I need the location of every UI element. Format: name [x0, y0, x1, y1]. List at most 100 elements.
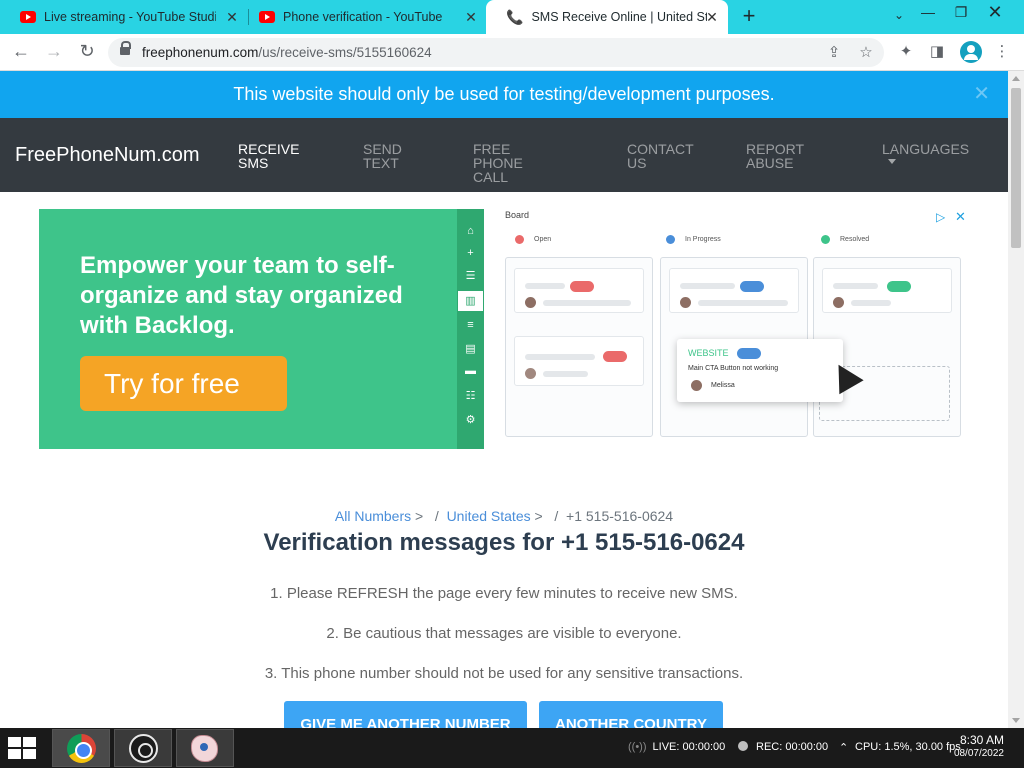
tray-chevron-icon[interactable]: ⌃	[839, 741, 848, 754]
nav-receive-sms[interactable]: RECEIVE SMS	[238, 142, 328, 170]
address-bar[interactable]: freephonenum.com/us/receive-sms/51551606…	[108, 38, 884, 67]
close-icon[interactable]: ✕	[463, 9, 479, 25]
restore-button[interactable]: ❐	[946, 2, 976, 26]
ad-headline: Empower your team to self-organize and s…	[80, 252, 403, 339]
notice-text: This website should only be used for tes…	[233, 84, 775, 104]
task-tag: WEBSITE	[688, 348, 729, 358]
avatar	[525, 297, 536, 308]
breadcrumb-united-states[interactable]: United States	[447, 508, 531, 524]
scroll-down-arrow-icon[interactable]	[1012, 718, 1020, 723]
close-icon[interactable]: ✕	[973, 71, 990, 118]
windows-taskbar: ((•)) LIVE: 00:00:00 REC: 00:00:00 ⌃ CPU:…	[0, 728, 1024, 768]
back-button[interactable]: ←	[8, 40, 34, 64]
nav-languages[interactable]: LANGUAGES	[882, 142, 992, 156]
url-text[interactable]: freephonenum.com/us/receive-sms/51551606…	[142, 45, 432, 60]
ad-sidebar-rail: ⌂ + ☰ ▥ ≡ ▤ ▬ ☷ ⚙	[457, 209, 484, 449]
tab-title: SMS Receive Online | United Stat	[531, 10, 708, 24]
rec-status: REC: 00:00:00	[738, 741, 828, 753]
column-label-resolved: Resolved	[821, 235, 869, 244]
nav-free-phone-call[interactable]: FREE PHONE CALL	[473, 142, 563, 184]
board-title: Board	[505, 210, 530, 220]
scrollbar-thumb[interactable]	[1011, 88, 1021, 248]
share-icon[interactable]: ⇪	[824, 43, 844, 63]
extensions-puzzle-icon[interactable]: ✦	[896, 42, 916, 62]
instruction-refresh: 1. Please REFRESH the page every few min…	[270, 585, 738, 602]
avatar	[691, 380, 702, 391]
phone-icon: 📞	[506, 8, 524, 25]
wiki-icon: ☷	[465, 390, 476, 402]
task-card	[514, 268, 644, 313]
page-title: Verification messages for +1 515-516-062…	[263, 529, 745, 556]
document-icon: ▤	[465, 343, 476, 355]
folder-icon: ▬	[465, 365, 476, 377]
close-icon[interactable]: ✕	[955, 209, 966, 225]
tab-phone-verification[interactable]: Phone verification - YouTube ✕	[239, 0, 487, 34]
task-card	[514, 336, 644, 386]
broadcast-icon: ((•))	[628, 741, 647, 753]
youtube-icon	[20, 11, 36, 23]
task-card	[822, 268, 952, 313]
breadcrumb-all-numbers[interactable]: All Numbers	[335, 508, 411, 524]
home-icon: ⌂	[467, 225, 474, 237]
gantt-icon: ≡	[467, 319, 474, 331]
obs-icon	[129, 734, 158, 763]
forward-button[interactable]: →	[41, 40, 67, 64]
avatar	[525, 368, 536, 379]
tab-sms-receive[interactable]: 📞 SMS Receive Online | United Stat ✕	[486, 0, 728, 34]
scroll-up-arrow-icon[interactable]	[1012, 76, 1020, 81]
status-dot	[821, 235, 830, 244]
task-message: Main CTA Button not working	[688, 365, 779, 372]
clock-date: 08/07/2022	[953, 748, 1004, 759]
testing-notice-banner: This website should only be used for tes…	[0, 71, 1008, 118]
another-country-button[interactable]: ANOTHER COUNTRY	[539, 701, 723, 728]
another-number-button[interactable]: GIVE ME ANOTHER NUMBER	[284, 701, 527, 728]
menu-kebab-icon[interactable]: ⋮	[992, 42, 1012, 62]
adchoices-icon[interactable]: ▷	[936, 210, 945, 224]
youtube-icon	[259, 11, 275, 23]
record-icon	[738, 741, 748, 751]
status-dot	[666, 235, 675, 244]
bookmark-star-icon[interactable]: ☆	[856, 43, 876, 63]
site-navbar: FreePhoneNum.com RECEIVE SMS SEND TEXT FRE…	[0, 118, 1008, 192]
taskbar-chrome[interactable]	[52, 729, 110, 767]
avatar	[680, 297, 691, 308]
column-label-in-progress: In Progress	[666, 235, 721, 244]
page-scrollbar[interactable]	[1008, 71, 1024, 728]
new-tab-button[interactable]: +	[737, 5, 761, 29]
reload-button[interactable]: ↻	[74, 40, 100, 64]
profile-avatar[interactable]	[960, 41, 982, 63]
nav-contact-us[interactable]: CONTACT US	[627, 142, 717, 170]
window-close-button[interactable]: ✕	[980, 2, 1010, 26]
tab-search-chevron-icon[interactable]: ⌄	[889, 8, 909, 26]
taskbar-paint[interactable]	[176, 729, 234, 767]
system-clock[interactable]: 8:30 AM 08/07/2022	[944, 733, 1004, 761]
backlog-ad-banner[interactable]: Empower your team to self-organize and s…	[39, 209, 970, 449]
tab-youtube-studio[interactable]: Live streaming - YouTube Studio ✕	[0, 0, 248, 34]
list-icon: ☰	[465, 270, 476, 282]
site-brand[interactable]: FreePhoneNum.com	[15, 144, 200, 167]
breadcrumb: All Numbers > / United States > / +1 515…	[334, 508, 674, 524]
column-label-open: Open	[515, 235, 551, 244]
plus-icon: +	[467, 247, 474, 259]
board-column-open	[505, 257, 653, 437]
taskbar-obs[interactable]	[114, 729, 172, 767]
ad-try-for-free-button[interactable]: Try for free	[80, 356, 287, 411]
ad-green-panel[interactable]: Empower your team to self-organize and s…	[39, 209, 457, 449]
side-panel-icon[interactable]: ◨	[927, 42, 947, 62]
paint-icon	[191, 735, 218, 762]
nav-send-text[interactable]: SEND TEXT	[363, 142, 453, 170]
close-icon[interactable]: ✕	[224, 9, 240, 25]
instruction-visibility: 2. Be cautious that messages are visible…	[326, 625, 682, 642]
lock-icon[interactable]	[120, 41, 131, 57]
windows-start-icon[interactable]	[8, 737, 38, 759]
clock-time: 8:30 AM	[959, 733, 1004, 747]
settings-gear-icon: ⚙	[465, 414, 476, 426]
dragged-task-card: WEBSITE Main CTA Button not working Meli…	[677, 339, 843, 402]
minimize-button[interactable]: —	[913, 2, 943, 26]
chrome-icon	[67, 734, 96, 763]
status-dot	[515, 235, 524, 244]
close-icon[interactable]: ✕	[704, 9, 720, 25]
avatar	[833, 297, 844, 308]
breadcrumb-current-number: +1 515-516-0624	[566, 508, 674, 524]
nav-report-abuse[interactable]: REPORT ABUSE	[746, 142, 836, 170]
